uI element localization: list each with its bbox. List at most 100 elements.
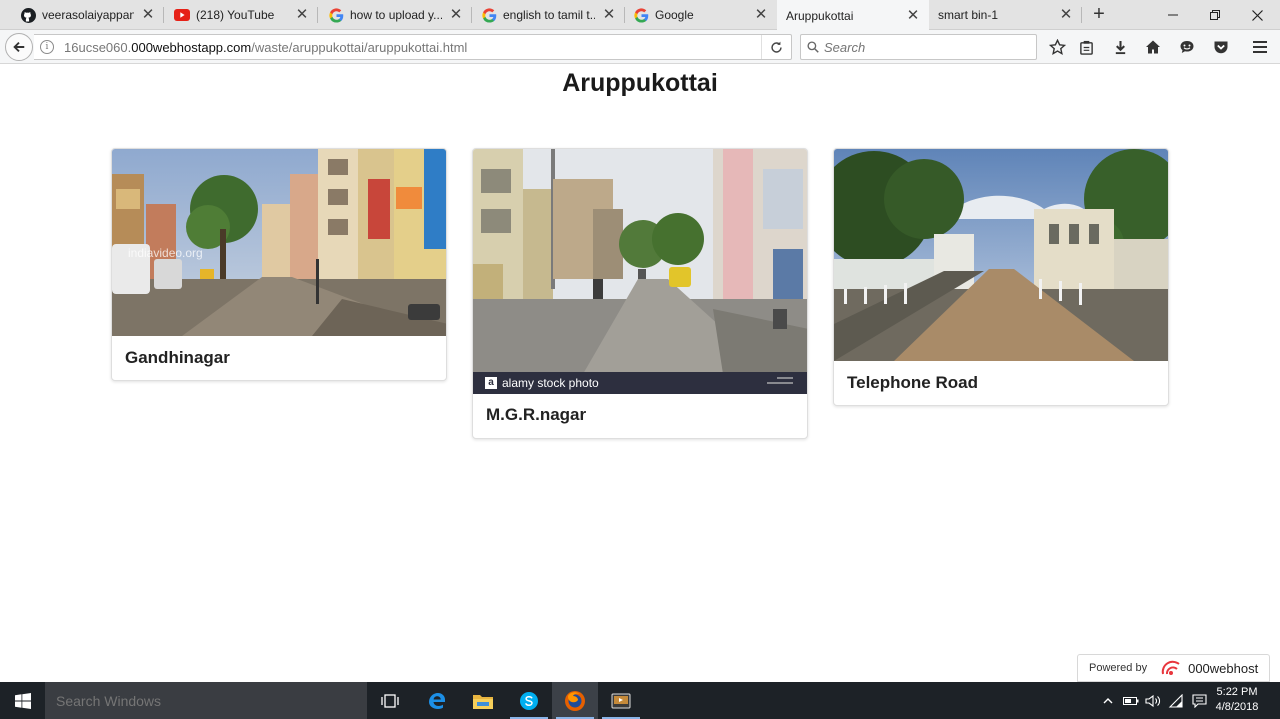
bookmarks-menu-button[interactable] bbox=[1076, 37, 1096, 57]
minimize-button[interactable] bbox=[1150, 0, 1195, 30]
restore-button[interactable] bbox=[1192, 0, 1237, 30]
taskbar-edge[interactable] bbox=[414, 682, 460, 719]
home-icon bbox=[1146, 40, 1160, 54]
card-caption: Telephone Road bbox=[847, 373, 978, 392]
tab-smart-bin[interactable]: smart bin-1 ✕ bbox=[930, 0, 1082, 30]
close-icon[interactable]: ✕ bbox=[753, 7, 769, 23]
chevron-up-icon bbox=[1103, 698, 1113, 704]
location-card-telephone-road[interactable]: Telephone Road bbox=[833, 148, 1169, 406]
browser-tab-strip: veerasolaiyappan... ✕ (218) YouTube ✕ ho… bbox=[0, 0, 1280, 31]
close-icon[interactable]: ✕ bbox=[448, 7, 464, 23]
card-caption: Gandhinagar bbox=[125, 348, 230, 367]
000webhost-logo-icon bbox=[1161, 660, 1180, 675]
street-photo-telephone-road bbox=[834, 149, 1168, 361]
taskbar-file-explorer[interactable] bbox=[460, 682, 506, 719]
battery-indicator[interactable] bbox=[1121, 682, 1141, 719]
taskbar-search-input[interactable] bbox=[56, 692, 336, 709]
notification-icon bbox=[1191, 693, 1207, 708]
powered-by-label: Powered by bbox=[1089, 662, 1148, 674]
show-hidden-icons-button[interactable] bbox=[1100, 682, 1116, 719]
taskbar-media-app[interactable] bbox=[598, 682, 644, 719]
tab-label: Google bbox=[655, 8, 694, 22]
close-icon[interactable]: ✕ bbox=[601, 7, 617, 23]
windows-logo-icon bbox=[14, 692, 31, 709]
close-icon[interactable]: ✕ bbox=[905, 7, 921, 24]
taskbar-search-box[interactable] bbox=[45, 682, 367, 719]
reload-button[interactable] bbox=[761, 35, 791, 59]
tab-label: (218) YouTube bbox=[196, 8, 275, 22]
task-view-icon bbox=[381, 693, 399, 708]
close-icon[interactable]: ✕ bbox=[294, 7, 310, 23]
stock-photo-banner: a alamy stock photo bbox=[473, 372, 807, 394]
restore-icon bbox=[1209, 10, 1220, 20]
start-button[interactable] bbox=[0, 682, 45, 719]
pocket-icon bbox=[1214, 41, 1228, 54]
back-button[interactable] bbox=[5, 33, 33, 61]
web-page: Aruppukottai indiavideo.org Gandhinagar … bbox=[0, 65, 1280, 681]
network-indicator[interactable] bbox=[1166, 682, 1186, 719]
star-icon bbox=[1048, 38, 1066, 55]
info-icon[interactable]: i bbox=[40, 40, 54, 54]
battery-icon bbox=[1123, 696, 1139, 705]
photo-watermark: indiavideo.org bbox=[128, 246, 203, 260]
clock-date: 4/8/2018 bbox=[1215, 701, 1259, 713]
page-title: Aruppukottai bbox=[562, 69, 718, 97]
address-bar[interactable]: i 16ucse060.000webhostapp.com/waste/arup… bbox=[34, 34, 792, 60]
google-icon bbox=[328, 7, 344, 23]
url-prefix: 16ucse060. bbox=[64, 39, 132, 55]
pocket-button[interactable] bbox=[1211, 37, 1231, 57]
skype-icon bbox=[520, 691, 538, 710]
location-card-mgr-nagar[interactable]: a alamy stock photo M.G.R.nagar bbox=[472, 148, 808, 439]
home-button[interactable] bbox=[1143, 37, 1163, 57]
close-icon[interactable]: ✕ bbox=[1058, 7, 1074, 23]
github-icon bbox=[20, 7, 36, 23]
close-icon[interactable]: ✕ bbox=[140, 7, 156, 23]
action-center-button[interactable] bbox=[1189, 682, 1209, 719]
open-menu-button[interactable] bbox=[1250, 37, 1270, 57]
folder-icon bbox=[473, 694, 493, 709]
tab-aruppukottai[interactable]: Aruppukottai ✕ bbox=[777, 0, 929, 31]
tab-google-upload[interactable]: how to upload y... ✕ bbox=[320, 0, 472, 30]
street-photo-mgr-nagar: a alamy stock photo bbox=[473, 149, 807, 394]
url-text[interactable]: 16ucse060.000webhostapp.com/waste/aruppu… bbox=[64, 40, 761, 55]
taskbar-firefox[interactable] bbox=[552, 682, 598, 719]
chat-bubble-icon bbox=[1180, 41, 1194, 53]
new-tab-button[interactable]: + bbox=[1088, 4, 1110, 26]
firefox-icon bbox=[565, 690, 585, 711]
tab-youtube[interactable]: (218) YouTube ✕ bbox=[166, 0, 318, 30]
downloads-button[interactable] bbox=[1110, 37, 1130, 57]
youtube-icon bbox=[174, 7, 190, 23]
tab-github[interactable]: veerasolaiyappan... ✕ bbox=[12, 0, 164, 30]
clock-time: 5:22 PM bbox=[1216, 686, 1258, 698]
reload-icon bbox=[771, 41, 782, 53]
powered-by-brand: 000webhost bbox=[1188, 660, 1259, 676]
location-card-gandhinagar[interactable]: indiavideo.org Gandhinagar bbox=[111, 148, 447, 381]
volume-indicator[interactable] bbox=[1143, 682, 1163, 719]
windows-taskbar: 5:22 PM 4/8/2018 bbox=[0, 682, 1280, 719]
tab-google-translate[interactable]: english to tamil t... ✕ bbox=[473, 0, 625, 30]
search-input[interactable] bbox=[824, 39, 1024, 55]
task-view-button[interactable] bbox=[367, 682, 413, 719]
street-photo-gandhinagar: indiavideo.org bbox=[112, 149, 446, 336]
search-icon bbox=[807, 41, 819, 53]
tab-label: Aruppukottai bbox=[786, 8, 854, 23]
bookmark-star-button[interactable] bbox=[1047, 37, 1067, 57]
url-domain: 000webhostapp.com bbox=[131, 39, 252, 55]
hamburger-menu-icon bbox=[1253, 41, 1267, 53]
window-close-button[interactable] bbox=[1235, 0, 1280, 30]
taskbar-skype[interactable] bbox=[506, 682, 552, 719]
powered-by-badge[interactable]: Powered by 000webhost bbox=[1077, 654, 1270, 682]
tab-google[interactable]: Google ✕ bbox=[625, 0, 777, 30]
hello-chat-button[interactable] bbox=[1177, 37, 1197, 57]
search-bar[interactable] bbox=[800, 34, 1037, 60]
tab-label: veerasolaiyappan... bbox=[42, 8, 134, 22]
card-caption: M.G.R.nagar bbox=[486, 405, 587, 424]
back-arrow-icon bbox=[13, 41, 25, 53]
url-path: /waste/aruppukottai/aruppukottai.html bbox=[251, 39, 468, 55]
tab-label: how to upload y... bbox=[350, 8, 442, 22]
taskbar-clock[interactable]: 5:22 PM 4/8/2018 bbox=[1212, 685, 1262, 715]
tab-label: english to tamil t... bbox=[503, 8, 595, 22]
clipboard-icon bbox=[1079, 40, 1093, 55]
close-icon bbox=[1252, 9, 1263, 21]
minimize-icon bbox=[1167, 14, 1178, 16]
